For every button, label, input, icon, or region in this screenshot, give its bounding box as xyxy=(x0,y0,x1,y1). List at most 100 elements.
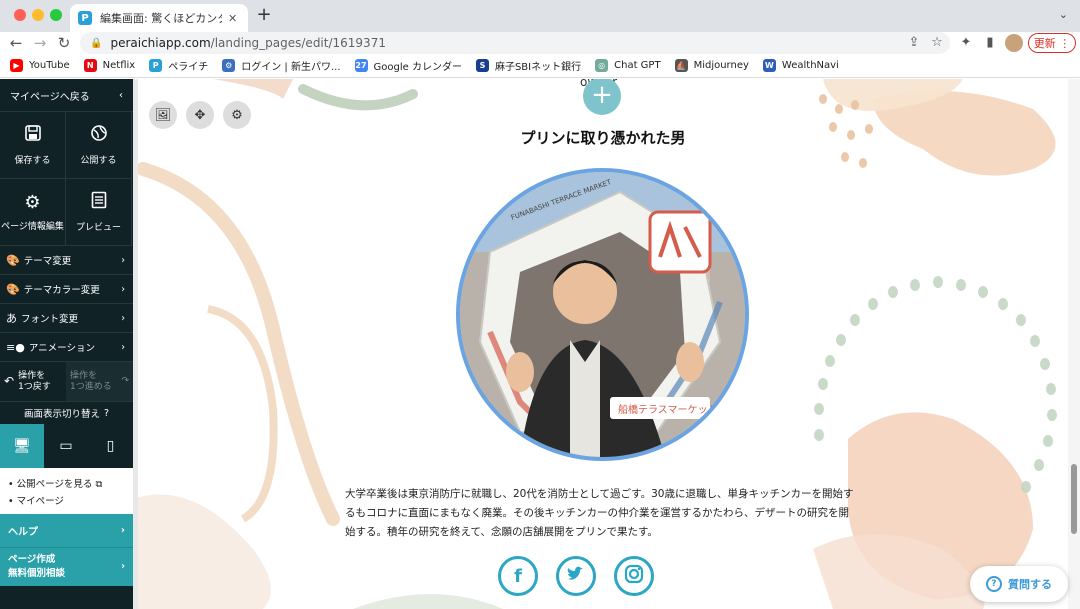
facebook-button[interactable]: f xyxy=(498,556,538,596)
share-icon[interactable]: ⇪ xyxy=(905,34,923,52)
maximize-window-button[interactable] xyxy=(50,9,62,21)
profile-heading[interactable]: プリンに取り憑かれた男 xyxy=(453,127,753,148)
ask-question-button[interactable]: ? 質問する xyxy=(970,566,1068,602)
bookmark-label: WealthNavi xyxy=(781,60,839,71)
bookmark-google-calendar[interactable]: 27 Google カレンダー xyxy=(354,58,462,73)
desktop-view-button[interactable]: 🖥 xyxy=(0,424,44,468)
tablet-icon: ▭ xyxy=(59,438,73,454)
bookmark-chatgpt[interactable]: ◎ Chat GPT xyxy=(595,59,661,72)
theme-label: テーマ変更 xyxy=(23,256,72,267)
help-question-icon[interactable]: ? xyxy=(104,408,109,419)
instagram-button[interactable] xyxy=(614,556,654,596)
bookmark-label: ペライチ xyxy=(168,62,209,73)
chevron-right-icon: › xyxy=(121,341,125,353)
redo-button[interactable]: 操作を 1つ進める ↷ xyxy=(66,362,133,401)
browser-tab-active[interactable]: P 編集画面: 驚くほどカンタン！無料 ✕ xyxy=(70,4,248,32)
image-icon: 🖼 xyxy=(154,107,172,123)
ask-question-label: 質問する xyxy=(1008,578,1052,591)
tablet-view-button[interactable]: ▭ xyxy=(44,424,88,468)
bookmark-youtube[interactable]: ▶ YouTube xyxy=(10,59,70,72)
extensions-puzzle-icon[interactable]: ✦ xyxy=(957,34,975,52)
external-link-icon: ⧉ xyxy=(95,479,103,490)
scrollbar-thumb[interactable] xyxy=(1071,464,1077,534)
canvas-scrollbar[interactable] xyxy=(1068,79,1080,609)
profile-avatar[interactable] xyxy=(1005,34,1023,52)
side-panel-icon[interactable]: ▮ xyxy=(981,34,999,52)
view-public-page-link[interactable]: • 公開ページを見る ⧉ xyxy=(8,476,125,490)
redo-label-line2: 1つ進める xyxy=(70,381,112,392)
page-links: • 公開ページを見る ⧉ • マイページ xyxy=(0,468,133,514)
section-edit-tools: 🖼 ✥ ⚙ xyxy=(149,101,260,129)
profile-bio-text[interactable]: 大学卒業後は東京消防庁に就職し、20代を消防士として過ごす。30歳に退職し、単身… xyxy=(345,485,858,542)
page-info-edit-button[interactable]: ⚙ ページ情報編集 xyxy=(0,179,66,246)
bookmark-peraichi[interactable]: P ペライチ xyxy=(149,58,208,73)
question-mark-icon: ? xyxy=(986,576,1002,592)
bookmark-wealthnavi[interactable]: W WealthNavi xyxy=(762,59,839,72)
netflix-icon: N xyxy=(83,59,97,72)
font-change-menu[interactable]: あフォント変更 › xyxy=(0,304,133,333)
help-menu[interactable]: ヘルプ › xyxy=(0,514,133,548)
bookmark-sbi[interactable]: S 麻子SBIネット銀行 xyxy=(475,58,582,73)
tab-search-chevron-icon[interactable]: ⌄ xyxy=(1059,8,1068,21)
font-icon: あ xyxy=(6,312,17,325)
theme-color-change-menu[interactable]: 🎨 テーマカラー変更 › xyxy=(0,275,133,304)
page-editor-canvas: 🖼 ✥ ⚙ owner + プリンに取り憑かれた男 船橋テラスマーケット FUN… xyxy=(133,79,1080,609)
reload-icon[interactable]: ↻ xyxy=(54,33,74,53)
page-info-label: ページ情報編集 xyxy=(1,222,64,232)
new-tab-button[interactable]: + xyxy=(254,5,274,25)
animation-label: アニメーション xyxy=(28,343,95,354)
redo-label-line1: 操作を xyxy=(70,370,98,381)
free-consultation-menu[interactable]: ページ作成 無料個別相談 › xyxy=(0,548,133,586)
login-site-icon: ⚙ xyxy=(222,59,236,72)
twitter-button[interactable] xyxy=(556,556,596,596)
gear-icon: ⚙ xyxy=(231,107,243,123)
image-edit-button[interactable]: 🖼 xyxy=(149,101,177,129)
redo-arrow-icon: ↷ xyxy=(121,376,129,386)
font-label: フォント変更 xyxy=(21,314,79,325)
mobile-view-button[interactable]: ▯ xyxy=(88,424,133,468)
undo-button[interactable]: ↶ 操作を 1つ戻す xyxy=(0,362,66,401)
tab-close-icon[interactable]: ✕ xyxy=(228,12,237,25)
url-path: /landing_pages/edit/1619371 xyxy=(210,36,386,50)
profile-photo[interactable]: 船橋テラスマーケット FUNABASHI TERRACE MARKET xyxy=(456,168,749,461)
bookmark-netflix[interactable]: N Netflix xyxy=(83,59,136,72)
minimize-window-button[interactable] xyxy=(32,9,44,21)
back-arrow-icon[interactable]: ← xyxy=(6,33,26,53)
facebook-icon: f xyxy=(514,565,522,587)
gear-icon: ⚙ xyxy=(24,192,41,213)
chevron-right-icon: › xyxy=(121,254,125,266)
floppy-disk-icon xyxy=(24,124,42,147)
bookmark-label: 麻子SBIネット銀行 xyxy=(494,62,582,73)
save-button[interactable]: 保存する xyxy=(0,112,66,179)
display-switch-label: 画面表示切り替え xyxy=(23,409,100,420)
bookmark-label: Netflix xyxy=(102,60,136,71)
help-label: ヘルプ xyxy=(8,527,38,538)
chevron-left-icon: ‹ xyxy=(119,89,123,101)
update-button[interactable]: 更新 ⋮ xyxy=(1028,33,1076,53)
profile-photo-illustration: 船橋テラスマーケット FUNABASHI TERRACE MARKET xyxy=(460,172,745,457)
bookmark-label: Midjourney xyxy=(693,60,749,71)
address-bar[interactable]: 🔒 peraichiapp.com/landing_pages/edit/161… xyxy=(80,32,950,54)
publish-button[interactable]: 公開する xyxy=(66,112,132,179)
bookmark-login[interactable]: ⚙ ログイン | 新生パワ... xyxy=(222,58,341,73)
theme-change-menu[interactable]: 🎨 テーマ変更 › xyxy=(0,246,133,275)
move-section-button[interactable]: ✥ xyxy=(186,101,214,129)
view-public-label: • 公開ページを見る xyxy=(8,479,93,490)
section-settings-button[interactable]: ⚙ xyxy=(223,101,251,129)
mypage-link[interactable]: • マイページ xyxy=(8,493,125,507)
chatgpt-icon: ◎ xyxy=(595,59,609,72)
close-window-button[interactable] xyxy=(14,9,26,21)
bookmark-star-icon[interactable]: ☆ xyxy=(928,34,946,52)
wealthnavi-icon: W xyxy=(762,59,776,72)
move-arrows-icon: ✥ xyxy=(194,107,206,123)
back-to-mypage-button[interactable]: マイページへ戻る ‹ xyxy=(0,79,133,112)
forward-arrow-icon[interactable]: → xyxy=(30,33,50,53)
browser-toolbar: ← → ↻ 🔒 peraichiapp.com/landing_pages/ed… xyxy=(0,32,1080,54)
bookmark-midjourney[interactable]: ⛵ Midjourney xyxy=(674,59,749,72)
color-palette-icon: 🎨 xyxy=(6,282,20,296)
display-switch-title: 画面表示切り替え ? xyxy=(0,402,133,424)
animation-menu[interactable]: ≡● アニメーション › xyxy=(0,333,133,362)
consult-label-line2: 無料個別相談 xyxy=(8,568,66,579)
preview-button[interactable]: プレビュー xyxy=(66,179,132,246)
midjourney-icon: ⛵ xyxy=(674,59,688,72)
